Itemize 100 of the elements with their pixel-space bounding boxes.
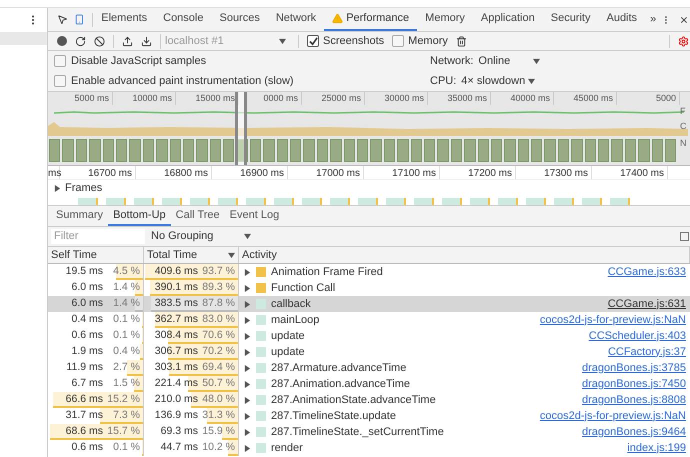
upload-icon[interactable]: [122, 36, 133, 46]
expand-triangle-icon[interactable]: [54, 184, 61, 192]
source-link[interactable]: CCFactory.js:37: [608, 344, 686, 360]
column-header[interactable]: Activity: [239, 247, 690, 263]
time-tick: 35000 ms: [428, 92, 491, 105]
table-cell-text: 136.9 ms: [154, 408, 198, 424]
source-link[interactable]: dragonBones.js:9464: [582, 424, 686, 440]
table-cell-text: 6.0 ms: [71, 280, 103, 296]
panel-tab[interactable]: Application: [472, 8, 543, 31]
screenshot-thumbnail: [356, 139, 368, 162]
dropdown-caret-icon[interactable]: [533, 58, 540, 64]
table-cell-text: 50.7 %: [201, 376, 235, 392]
expand-triangle-icon[interactable]: [244, 396, 251, 404]
table-row[interactable]: 6.0 ms 1.4 % 383.5 ms 87.8 % callback CCGame.js:631: [48, 296, 690, 312]
panel-tab[interactable]: Network: [268, 8, 324, 31]
panel-tab[interactable]: Memory: [417, 8, 473, 31]
record-icon[interactable]: [57, 36, 67, 46]
source-link[interactable]: CCGame.js:633: [608, 264, 686, 280]
time-tick: 16700 ms: [60, 166, 136, 179]
screenshot-thumbnail: [611, 139, 623, 162]
panel-tab[interactable]: Elements: [93, 8, 156, 31]
dropdown-caret-icon[interactable]: [528, 78, 536, 84]
table-cell-text: 0.4 %: [112, 344, 140, 360]
table-cell-text: 221.4 ms: [154, 376, 198, 392]
expand-triangle-icon[interactable]: [244, 412, 251, 420]
source-link[interactable]: dragonBones.js:3785: [582, 360, 686, 376]
screenshot-thumbnail: [49, 139, 60, 162]
clear-icon[interactable]: [94, 36, 105, 46]
table-cell-text: 10.2 %: [201, 440, 235, 456]
expand-triangle-icon[interactable]: [244, 380, 251, 388]
source-link[interactable]: cocos2d-js-for-preview.js:NaN: [540, 312, 686, 328]
screenshot-thumbnail: [437, 139, 449, 162]
table-cell-text: 0.6 ms: [71, 328, 103, 344]
source-link[interactable]: CCGame.js:631: [608, 296, 686, 312]
screenshot-thumbnail: [424, 139, 436, 162]
panel-tab[interactable]: Security: [542, 8, 598, 31]
column-header[interactable]: Self Time: [48, 247, 144, 263]
expand-triangle-icon[interactable]: [244, 444, 251, 452]
more-tabs[interactable]: »: [645, 11, 662, 28]
screenshot-thumbnail: [196, 139, 208, 162]
expand-triangle-icon[interactable]: [244, 284, 251, 292]
screenshot-thumbnail: [223, 139, 234, 162]
expand-triangle-icon[interactable]: [244, 332, 251, 340]
screenshot-thumbnail: [250, 139, 262, 162]
table-cell-text: 287.TimelineState.update: [271, 408, 396, 424]
table-cell-text: 210.0 ms: [154, 392, 198, 408]
source-link[interactable]: dragonBones.js:7450: [582, 376, 686, 392]
table-cell-text: 19.5 ms: [66, 264, 103, 280]
expand-triangle-icon[interactable]: [244, 300, 251, 308]
sort-caret-icon[interactable]: [228, 252, 235, 258]
table-cell-text: 48.0 %: [201, 392, 235, 408]
time-tick: 45000 ms: [554, 92, 617, 105]
view-tab[interactable]: Summary: [51, 206, 108, 226]
view-tab[interactable]: Call Tree: [170, 206, 225, 226]
expand-triangle-icon[interactable]: [244, 364, 251, 372]
expand-triangle-icon[interactable]: [244, 268, 251, 276]
network-select[interactable]: Online: [478, 52, 540, 70]
source-link[interactable]: CCScheduler.js:403: [588, 328, 686, 344]
time-tick: 0000 ms: [239, 92, 302, 105]
checkbox[interactable]: [392, 35, 404, 47]
time-tick: 16800 ms: [136, 166, 212, 179]
reload-icon[interactable]: [75, 36, 86, 46]
dropdown-caret-icon[interactable]: [244, 233, 251, 240]
inspect-icon[interactable]: [57, 13, 68, 26]
download-icon[interactable]: [141, 36, 152, 46]
table-cell-text: 31.7 ms: [66, 408, 103, 424]
trash-icon[interactable]: [456, 36, 467, 46]
checkbox[interactable]: [54, 55, 66, 67]
settings-icon[interactable]: [678, 36, 689, 46]
checkbox[interactable]: [307, 35, 319, 47]
source-link[interactable]: index.js:199: [627, 440, 686, 456]
sidebar-toggle-icon[interactable]: [680, 232, 689, 241]
checkbox[interactable]: [54, 75, 66, 87]
expand-triangle-icon[interactable]: [244, 316, 251, 324]
panel-tab[interactable]: Sources: [211, 8, 268, 31]
filter-field[interactable]: Filter: [51, 229, 145, 244]
device-icon[interactable]: [74, 13, 84, 26]
grouping-select[interactable]: No Grouping: [151, 228, 251, 245]
expand-triangle-icon[interactable]: [244, 348, 251, 356]
source-link[interactable]: dragonBones.js:8808: [582, 392, 686, 408]
screenshot-thumbnail: [236, 139, 248, 162]
screenshot-thumbnail: [664, 139, 676, 162]
cpu-select[interactable]: 4× slowdown: [461, 72, 536, 90]
screenshot-thumbnail: [584, 139, 596, 162]
expand-triangle-icon[interactable]: [244, 428, 251, 436]
table-cell-text: 390.1 ms: [154, 280, 198, 296]
screenshot-thumbnail: [170, 139, 181, 162]
table-cell-text: 2.7 %: [112, 360, 140, 376]
column-header[interactable]: Total Time: [144, 247, 239, 263]
screenshot-thumbnail: [384, 139, 396, 162]
panel-tab[interactable]: Audits: [598, 8, 646, 31]
dropdown-caret-icon[interactable]: [279, 38, 286, 44]
table-cell-text: 4.5 %: [112, 264, 140, 280]
table-cell-text: update: [271, 328, 305, 344]
selection-window[interactable]: [235, 92, 247, 165]
table-cell-text: 1.4 %: [112, 296, 140, 312]
table-cell-text: 15.2 %: [106, 392, 140, 408]
source-link[interactable]: cocos2d-js-for-preview.js:NaN: [540, 408, 686, 424]
panel-tab[interactable]: Console: [155, 8, 212, 31]
view-tab[interactable]: Event Log: [224, 206, 284, 226]
